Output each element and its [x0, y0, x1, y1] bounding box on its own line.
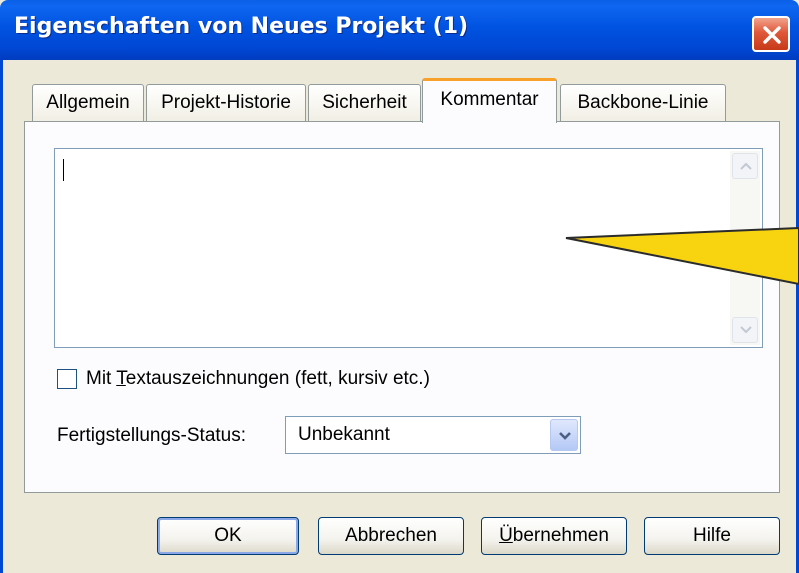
callout-arrow — [565, 226, 799, 286]
properties-dialog: Eigenschaften von Neues Projekt (1) Allg… — [0, 0, 799, 573]
